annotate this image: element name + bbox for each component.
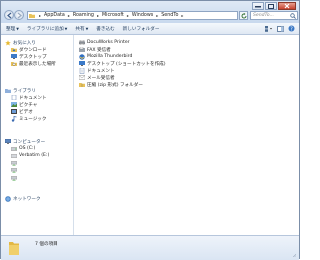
list-item[interactable]: FAX 受信者 [78, 46, 111, 53]
network-icon [4, 195, 11, 202]
nav-favorites[interactable]: お気に入り [4, 39, 36, 46]
new-folder-button[interactable]: 新しいフォルダー [123, 26, 160, 32]
music-library-icon [10, 115, 17, 122]
desktop-icon [78, 61, 85, 67]
computer-icon [4, 139, 11, 145]
star-icon [4, 39, 11, 46]
breadcrumb-item[interactable]: Windows [132, 13, 153, 18]
back-arrow-icon [7, 12, 12, 19]
search-placeholder: SendTo... [253, 13, 274, 18]
title-bar: ▸ AppData ▸ Roaming ▸ Microsoft ▸ Window… [1, 1, 299, 23]
forward-button[interactable] [14, 10, 24, 20]
download-folder-icon [10, 47, 17, 53]
nav-computer[interactable]: コンピューター [4, 138, 45, 145]
organize-button[interactable]: 整理 ▼ [6, 26, 19, 32]
close-button[interactable] [278, 2, 296, 10]
breadcrumb-item[interactable]: Roaming [73, 13, 94, 18]
network-drive-icon [10, 176, 17, 182]
library-icon [4, 88, 11, 94]
network-drive-icon [10, 168, 17, 174]
maximize-button[interactable] [265, 2, 277, 10]
mail-icon [78, 75, 85, 81]
document-icon [78, 67, 85, 74]
forward-arrow-icon [17, 12, 22, 19]
details-pane: 7 個の項目 [1, 235, 299, 260]
refresh-button[interactable] [239, 11, 248, 20]
sidebar-item-network-drive[interactable] [10, 160, 19, 167]
zip-folder-icon [78, 82, 85, 88]
resize-grip-icon[interactable] [292, 253, 297, 258]
recent-places-icon [10, 61, 17, 67]
removable-drive-icon [10, 153, 17, 159]
item-count: 7 個の項目 [35, 242, 58, 247]
network-drive-icon [10, 161, 17, 167]
view-icon [265, 25, 272, 32]
chevron-down-icon: ▼ [16, 26, 19, 31]
preview-pane-icon [276, 25, 284, 32]
sidebar-item-videos[interactable]: ビデオ [10, 108, 33, 115]
sidebar-item-network-drive[interactable] [10, 175, 19, 182]
command-bar: 整理 ▼ ライブラリに追加 ▼ 共有 ▼ 書き込む 新しいフォルダー ? [1, 23, 299, 35]
chevron-down-icon: ▼ [85, 26, 89, 31]
sidebar-item-documents[interactable]: ドキュメント [10, 94, 47, 101]
folder-icon [9, 242, 19, 255]
burn-button[interactable]: 書き込む [96, 26, 114, 32]
breadcrumb-item[interactable]: Microsoft [102, 13, 124, 18]
fax-icon [78, 47, 85, 53]
list-item[interactable]: メール受信者 [78, 74, 115, 81]
svg-text:?: ? [290, 26, 293, 32]
list-item[interactable]: ドキュメント [78, 67, 115, 74]
navigation-pane: お気に入り ダウンロード デスクトップ 最近表示した場所 ライブラリ ドキュメン… [1, 35, 74, 235]
view-options-button[interactable] [265, 25, 273, 32]
search-input[interactable]: SendTo... [250, 11, 298, 20]
breadcrumb-item[interactable]: SendTo [161, 13, 178, 18]
pictures-library-icon [10, 102, 17, 108]
sidebar-item-downloads[interactable]: ダウンロード [10, 46, 47, 53]
share-button[interactable]: 共有 ▼ [75, 26, 88, 32]
sidebar-item-drive-e[interactable]: Verbatim (E:) [10, 152, 49, 159]
chevron-down-icon: ▼ [64, 26, 68, 31]
list-item[interactable]: DocuWorks Printer [78, 39, 130, 46]
printer-icon [78, 40, 85, 46]
sidebar-item-recent-places[interactable]: 最近表示した場所 [10, 60, 56, 67]
close-icon [284, 3, 290, 9]
breadcrumb-item[interactable]: AppData [44, 13, 65, 18]
folder-icon [29, 14, 35, 18]
help-button[interactable]: ? [287, 25, 295, 32]
add-to-library-button[interactable]: ライブラリに追加 ▼ [27, 26, 67, 32]
list-item[interactable]: デスクトップ (ショートカットを作成) [78, 60, 166, 67]
sidebar-item-desktop[interactable]: デスクトップ [10, 53, 47, 60]
nav-libraries[interactable]: ライブラリ [4, 87, 36, 94]
maximize-icon [268, 3, 274, 9]
sidebar-item-drive-c[interactable]: OS (C:) [10, 145, 35, 152]
refresh-icon [241, 13, 247, 19]
help-icon: ? [288, 25, 294, 32]
sidebar-item-network-drive[interactable] [10, 167, 19, 174]
search-icon [290, 13, 296, 19]
explorer-window: ▸ AppData ▸ Roaming ▸ Microsoft ▸ Window… [0, 0, 300, 260]
sidebar-item-pictures[interactable]: ピクチャ [10, 101, 37, 108]
window-controls [251, 2, 296, 11]
list-item[interactable]: 圧縮 (zip 形式) フォルダー [78, 81, 143, 88]
address-bar[interactable]: ▸ AppData ▸ Roaming ▸ Microsoft ▸ Window… [27, 11, 238, 20]
documents-library-icon [10, 95, 17, 101]
preview-pane-button[interactable] [276, 25, 284, 32]
minimize-icon [255, 5, 261, 7]
minimize-button[interactable] [252, 2, 264, 10]
thunderbird-icon [78, 53, 85, 60]
back-button[interactable] [4, 10, 14, 20]
list-item[interactable]: Mozilla Thunderbird [78, 53, 132, 60]
hard-drive-icon [10, 146, 17, 152]
desktop-icon [10, 54, 17, 60]
sidebar-item-music[interactable]: ミュージック [10, 115, 46, 122]
videos-library-icon [10, 109, 17, 115]
file-list: DocuWorks Printer FAX 受信者 Mozilla Thunde… [74, 35, 299, 235]
nav-network[interactable]: ネットワーク [4, 195, 41, 202]
